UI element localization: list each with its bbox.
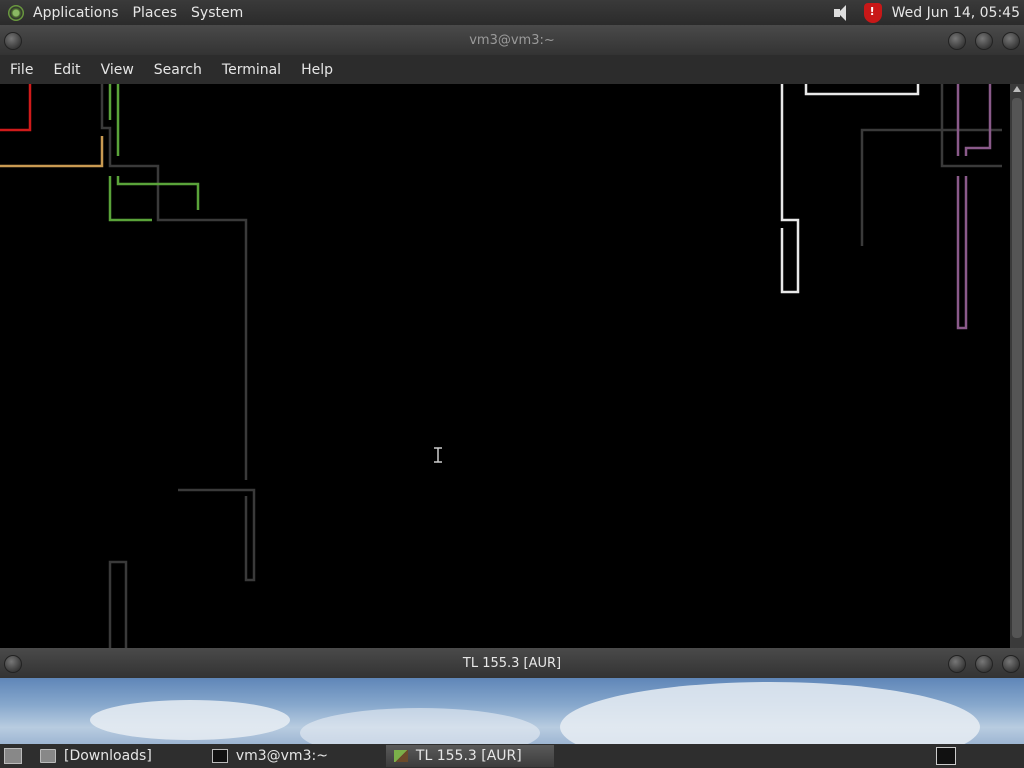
orange-pipe — [0, 136, 104, 168]
menu-places[interactable]: Places — [133, 5, 178, 21]
menu-search[interactable]: Search — [144, 62, 212, 78]
system-tray: Wed Jun 14, 05:45 — [832, 0, 1020, 25]
terminal-menubar: File Edit View Search Terminal Help — [0, 55, 1024, 84]
menu-help[interactable]: Help — [291, 62, 343, 78]
update-shield-icon[interactable] — [863, 2, 882, 23]
text-cursor-icon — [434, 447, 442, 463]
cloud — [300, 708, 540, 744]
folder-icon — [40, 749, 56, 763]
gray-pipe — [100, 84, 248, 480]
menu-applications[interactable]: Applications — [33, 5, 119, 21]
maximize-button[interactable] — [975, 655, 993, 673]
terminal-scrollbar[interactable] — [1010, 84, 1024, 648]
task-game[interactable]: TL 155.3 [AUR] — [385, 745, 554, 767]
gray-pipe — [178, 488, 256, 582]
terminal-titlebar[interactable]: vm3@vm3:~ — [0, 25, 1024, 55]
menu-file[interactable]: File — [0, 62, 43, 78]
purple-pipe — [956, 84, 992, 330]
clock[interactable]: Wed Jun 14, 05:45 — [892, 5, 1020, 21]
task-terminal[interactable]: vm3@vm3:~ — [204, 745, 336, 767]
workspace-switcher-icon[interactable] — [936, 747, 956, 765]
window-menu-button[interactable] — [4, 655, 22, 673]
task-label: [Downloads] — [64, 748, 152, 764]
white-pipe — [804, 84, 920, 96]
terminal-title: vm3@vm3:~ — [469, 33, 555, 48]
minimize-button[interactable] — [948, 32, 966, 50]
game-icon — [393, 750, 408, 762]
task-downloads[interactable]: [Downloads] — [32, 745, 160, 767]
minimize-button[interactable] — [948, 655, 966, 673]
menu-terminal[interactable]: Terminal — [212, 62, 291, 78]
close-button[interactable] — [1002, 655, 1020, 673]
game-window-title: TL 155.3 [AUR] — [462, 656, 562, 671]
game-window-titlebar[interactable]: TL 155.3 [AUR] — [0, 648, 1024, 678]
cloud — [90, 700, 290, 740]
menu-edit[interactable]: Edit — [43, 62, 90, 78]
green-pipe — [108, 84, 200, 210]
window-menu-button[interactable] — [4, 32, 22, 50]
applications-icon[interactable] — [8, 4, 24, 21]
gray-pipe — [940, 84, 1002, 168]
gray-pipe — [108, 560, 128, 648]
menu-view[interactable]: View — [91, 62, 144, 78]
game-sky-view[interactable] — [0, 678, 1024, 744]
maximize-button[interactable] — [975, 32, 993, 50]
scroll-up-arrow-icon[interactable] — [1013, 86, 1021, 92]
task-label: vm3@vm3:~ — [235, 748, 328, 764]
menu-system[interactable]: System — [191, 5, 243, 21]
scroll-thumb[interactable] — [1012, 98, 1022, 638]
task-label: TL 155.3 [AUR] — [415, 748, 522, 764]
cloud — [560, 682, 980, 744]
pipes-drawing — [0, 84, 1002, 648]
white-pipe — [780, 84, 800, 294]
red-pipe — [0, 84, 32, 132]
green-pipe — [108, 176, 152, 222]
show-desktop-icon[interactable] — [4, 748, 22, 764]
terminal-icon — [211, 749, 228, 763]
top-panel: Applications Places System Wed Jun 14, 0… — [0, 0, 1024, 25]
taskbar: [Downloads] vm3@vm3:~ TL 155.3 [AUR] — [0, 744, 1024, 768]
terminal-area[interactable] — [0, 84, 1010, 648]
close-button[interactable] — [1002, 32, 1020, 50]
speaker-icon[interactable] — [832, 4, 852, 22]
